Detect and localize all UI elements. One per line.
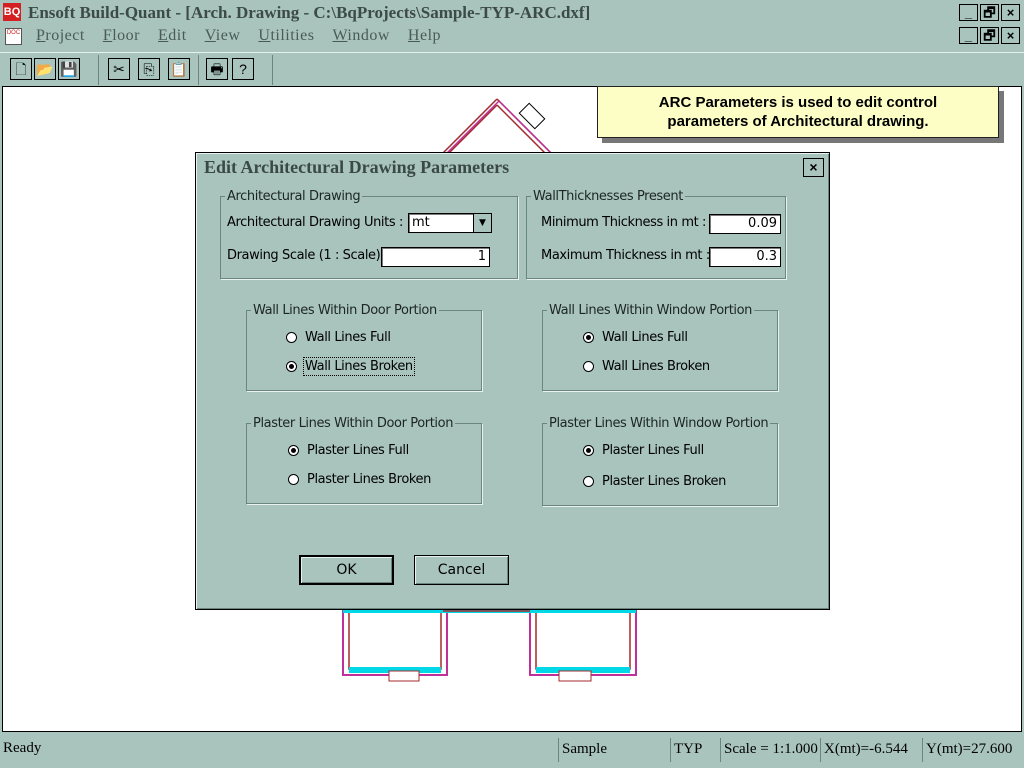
plaster-window-broken-option[interactable]: Plaster Lines Broken xyxy=(583,474,726,489)
toolbar-separator xyxy=(198,55,199,85)
new-icon[interactable]: 🗋 xyxy=(10,58,32,80)
callout-line-2: parameters of Architectural drawing. xyxy=(667,113,929,130)
max-thickness-label: Maximum Thickness in mt : xyxy=(541,248,710,263)
menu-view[interactable]: View xyxy=(205,27,251,45)
app-window-controls: _ 🗗 × xyxy=(959,4,1020,21)
dialog-close-button[interactable]: × xyxy=(803,158,824,177)
group-legend: Wall Lines Within Window Portion xyxy=(549,303,753,318)
min-thickness-input[interactable]: 0.09 xyxy=(709,214,781,234)
document-icon[interactable]: DOC xyxy=(5,28,22,45)
doc-restore-button[interactable]: 🗗 xyxy=(980,27,999,44)
min-thickness-label: Minimum Thickness in mt : xyxy=(541,215,707,230)
units-value: mt xyxy=(412,215,430,230)
radio-label: Plaster Lines Full xyxy=(602,443,704,458)
units-label: Architectural Drawing Units : xyxy=(227,215,403,230)
wall-door-full-option[interactable]: Wall Lines Full xyxy=(286,330,391,345)
bottom-right-room xyxy=(529,604,637,682)
wall-door-broken-option[interactable]: Wall Lines Broken xyxy=(286,357,415,376)
radio-button-selected[interactable] xyxy=(288,445,299,456)
status-x-coordinate: X(mt)=-6.544 xyxy=(820,738,922,762)
radio-button[interactable] xyxy=(583,361,594,372)
toolbar-separator xyxy=(98,55,99,85)
group-legend: Wall Lines Within Door Portion xyxy=(253,303,437,318)
radio-label: Wall Lines Broken xyxy=(303,357,415,376)
toolbar-separator xyxy=(272,55,273,85)
wall-window-broken-option[interactable]: Wall Lines Broken xyxy=(583,359,710,374)
help-callout: ARC Parameters is used to edit control p… xyxy=(597,86,999,138)
radio-label: Plaster Lines Full xyxy=(307,443,409,458)
group-legend: Plaster Lines Within Window Portion xyxy=(549,416,769,431)
open-folder-icon[interactable]: 📂 xyxy=(34,58,56,80)
minimize-button[interactable]: _ xyxy=(959,4,978,21)
app-icon[interactable]: BQ xyxy=(3,3,21,21)
help-icon[interactable]: ? xyxy=(232,58,254,80)
menu-project[interactable]: Project xyxy=(36,27,95,45)
radio-button[interactable] xyxy=(286,332,297,343)
group-legend: Plaster Lines Within Door Portion xyxy=(253,416,454,431)
doc-close-button[interactable]: × xyxy=(1001,27,1020,44)
copy-icon[interactable]: ⎘ xyxy=(138,58,160,80)
group-legend: Architectural Drawing xyxy=(227,189,361,204)
plaster-door-full-option[interactable]: Plaster Lines Full xyxy=(288,443,409,458)
radio-button-selected[interactable] xyxy=(583,445,594,456)
callout-line-1: ARC Parameters is used to edit control xyxy=(658,94,938,111)
status-bar: Ready Sample TYP Scale = 1:1.000 X(mt)=-… xyxy=(0,734,1024,768)
radio-button-selected[interactable] xyxy=(583,332,594,343)
chevron-down-icon[interactable]: ▼ xyxy=(473,214,491,232)
ok-button[interactable]: OK xyxy=(299,555,394,585)
dialog-title: Edit Architectural Drawing Parameters xyxy=(204,157,510,177)
wall-window-group: Wall Lines Within Window Portion xyxy=(542,303,778,391)
edit-parameters-dialog: Edit Architectural Drawing Parameters × … xyxy=(195,152,830,610)
plaster-door-group: Plaster Lines Within Door Portion xyxy=(246,416,482,504)
menu-help[interactable]: Help xyxy=(408,27,451,45)
title-bar: BQ Ensoft Build-Quant - [Arch. Drawing -… xyxy=(0,0,1024,26)
menu-bar: DOC Project Floor Edit View Utilities Wi… xyxy=(0,26,1024,48)
radio-label: Wall Lines Broken xyxy=(602,359,710,374)
status-floor: TYP xyxy=(670,738,720,762)
plaster-window-full-option[interactable]: Plaster Lines Full xyxy=(583,443,704,458)
cut-icon[interactable]: ✂ xyxy=(108,58,130,80)
menu-utilities[interactable]: Utilities xyxy=(258,27,324,45)
paste-icon[interactable]: 📋 xyxy=(168,58,190,80)
menu-window[interactable]: Window xyxy=(332,27,399,45)
radio-label: Plaster Lines Broken xyxy=(307,472,431,487)
document-window-controls: _ 🗗 × xyxy=(959,27,1020,44)
plaster-door-broken-option[interactable]: Plaster Lines Broken xyxy=(288,472,431,487)
radio-button[interactable] xyxy=(288,474,299,485)
status-project: Sample xyxy=(558,738,670,762)
radio-label: Plaster Lines Broken xyxy=(602,474,726,489)
restore-button[interactable]: 🗗 xyxy=(980,4,999,21)
radio-label: Wall Lines Full xyxy=(305,330,391,345)
print-icon[interactable]: 🖶 xyxy=(206,58,228,80)
max-thickness-input[interactable]: 0.3 xyxy=(709,247,781,267)
window-title: Ensoft Build-Quant - [Arch. Drawing - C:… xyxy=(28,3,591,22)
radio-label: Wall Lines Full xyxy=(602,330,688,345)
group-legend: WallThicknesses Present xyxy=(533,189,683,204)
close-button[interactable]: × xyxy=(1001,4,1020,21)
menu-edit[interactable]: Edit xyxy=(158,27,197,45)
radio-button[interactable] xyxy=(583,476,594,487)
bottom-left-room xyxy=(342,604,448,682)
toolbar: 🗋 📂 💾 ✂ ⎘ 📋 🖶 ? xyxy=(0,52,1024,87)
scale-label: Drawing Scale (1 : Scale) : xyxy=(227,248,389,263)
units-dropdown[interactable]: mt ▼ xyxy=(408,213,492,233)
doc-minimize-button[interactable]: _ xyxy=(959,27,978,44)
status-y-coordinate: Y(mt)=27.600 xyxy=(922,738,1022,762)
cancel-button[interactable]: Cancel xyxy=(414,555,509,585)
plaster-window-group: Plaster Lines Within Window Portion xyxy=(542,416,778,506)
scale-input[interactable]: 1 xyxy=(381,247,490,267)
radio-button-selected[interactable] xyxy=(286,361,297,372)
wall-window-full-option[interactable]: Wall Lines Full xyxy=(583,330,688,345)
wall-door-group: Wall Lines Within Door Portion xyxy=(246,303,482,391)
status-text: Ready xyxy=(3,740,42,756)
save-icon[interactable]: 💾 xyxy=(58,58,80,80)
menu-floor[interactable]: Floor xyxy=(103,27,150,45)
status-scale: Scale = 1:1.000 xyxy=(720,738,820,762)
